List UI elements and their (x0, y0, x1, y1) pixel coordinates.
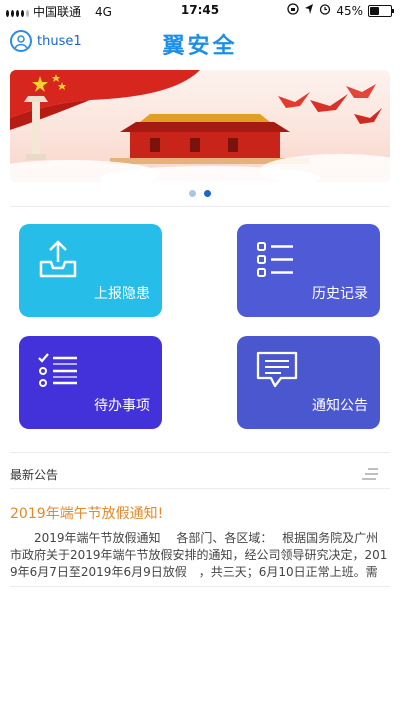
tile-notices[interactable]: 通知公告 (237, 336, 380, 429)
banner-image (10, 70, 390, 182)
notice-title[interactable]: 2019年端午节放假通知! (10, 503, 163, 523)
lock-rotation-icon (287, 3, 299, 18)
banner-carousel[interactable] (10, 70, 390, 182)
app-header: thuse1 翼安全 (0, 24, 400, 62)
status-bar: 中国联通 4G 17:45 45% (0, 0, 400, 22)
checklist-icon (38, 353, 77, 387)
tile-label: 上报隐患 (94, 286, 150, 302)
list-icon (257, 242, 293, 277)
tile-history[interactable]: 历史记录 (237, 224, 380, 317)
divider (10, 452, 390, 453)
tile-report-hazard[interactable]: 上报隐患 (19, 224, 162, 317)
tile-label: 通知公告 (312, 398, 368, 414)
tile-todo[interactable]: 待办事项 (19, 336, 162, 429)
more-menu-icon[interactable] (362, 466, 380, 485)
tile-label: 待办事项 (94, 398, 150, 414)
message-icon (256, 351, 298, 388)
carousel-indicator (0, 190, 400, 197)
battery-icon (368, 4, 394, 17)
divider (10, 586, 390, 587)
carousel-dot[interactable] (189, 190, 196, 197)
section-title-latest-notices: 最新公告 (10, 468, 59, 482)
carousel-dot-active[interactable] (204, 190, 211, 197)
page-title: 翼安全 (162, 34, 238, 59)
alarm-icon (319, 3, 331, 18)
battery-percent: 45% (336, 3, 363, 18)
status-right: 45% (287, 3, 394, 18)
tile-label: 历史记录 (312, 286, 368, 302)
divider (10, 206, 390, 207)
notice-body[interactable]: 2019年端午节放假通知 各部门、各区域： 根据国务院及广州市政府关于2019年… (10, 530, 388, 581)
location-icon (304, 3, 314, 18)
upload-tray-icon (39, 240, 77, 278)
divider (10, 488, 390, 489)
